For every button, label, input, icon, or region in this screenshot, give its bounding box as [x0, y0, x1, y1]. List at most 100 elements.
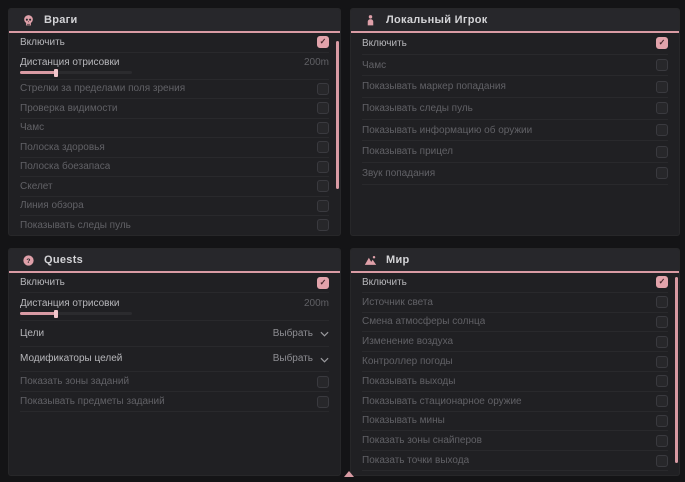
row-visibility-check[interactable]: Проверка видимости — [20, 99, 329, 119]
distance-slider[interactable] — [20, 312, 132, 315]
checkbox[interactable] — [317, 396, 329, 408]
person-icon — [364, 14, 377, 27]
setting-label: Чамс — [20, 122, 44, 133]
panel-quests-header[interactable]: ? Quests — [9, 249, 340, 273]
checkbox[interactable] — [656, 455, 668, 467]
checkbox[interactable] — [656, 146, 668, 158]
row-offscreen-arrows[interactable]: Стрелки за пределами поля зрения — [20, 80, 329, 100]
row-health-bar[interactable]: Полоска здоровья — [20, 138, 329, 158]
setting-label: Показывать выходы — [362, 376, 455, 387]
slider-value: 200m — [304, 57, 329, 68]
setting-label: Источник света — [362, 297, 433, 308]
panel-world-rows: Включить Источник света Смена атмосферы … — [351, 273, 679, 471]
panel-player-rows: Включить Чамс Показывать маркер попадани… — [351, 33, 679, 185]
panel-enemies-rows: Включить Дистанция отрисовки 200m Стрелк… — [9, 33, 340, 236]
row-light-source[interactable]: Источник света — [362, 293, 668, 313]
target-modifiers-dropdown[interactable]: Выбрать — [273, 350, 329, 368]
panel-enemies: Враги Включить Дистанция отрисовки 200m … — [8, 8, 341, 236]
row-stationary-weapons[interactable]: Показывать стационарное оружие — [362, 392, 668, 412]
checkbox[interactable] — [656, 276, 668, 288]
mountains-icon — [364, 254, 377, 267]
row-mines[interactable]: Показывать мины — [362, 412, 668, 432]
slider-thumb[interactable] — [54, 69, 58, 77]
checkbox[interactable] — [317, 180, 329, 192]
row-render-distance[interactable]: Дистанция отрисовки 200m — [20, 53, 329, 80]
row-skeleton[interactable]: Скелет — [20, 177, 329, 197]
scrollbar[interactable] — [675, 277, 678, 463]
checkbox[interactable] — [317, 219, 329, 231]
checkbox[interactable] — [656, 37, 668, 49]
row-quest-items[interactable]: Показывать предметы заданий — [20, 392, 329, 412]
checkbox[interactable] — [317, 161, 329, 173]
setting-label: Звук попадания — [362, 168, 435, 179]
row-enable[interactable]: Включить — [20, 273, 329, 293]
checkbox[interactable] — [317, 36, 329, 48]
row-weather-controller[interactable]: Контроллер погоды — [362, 352, 668, 372]
panel-enemies-header[interactable]: Враги — [9, 9, 340, 33]
quest-icon: ? — [22, 254, 35, 267]
setting-label: Показывать маркер попадания — [362, 81, 506, 92]
checkbox[interactable] — [317, 277, 329, 289]
row-air-change[interactable]: Изменение воздуха — [362, 332, 668, 352]
checkbox[interactable] — [317, 122, 329, 134]
row-quest-zones[interactable]: Показать зоны заданий — [20, 372, 329, 392]
distance-slider[interactable] — [20, 71, 132, 74]
checkbox[interactable] — [656, 316, 668, 328]
targets-dropdown[interactable]: Выбрать — [273, 324, 329, 342]
row-enable[interactable]: Включить — [362, 33, 668, 55]
checkbox[interactable] — [656, 356, 668, 368]
row-crosshair[interactable]: Показывать прицел — [362, 141, 668, 163]
panel-world-header[interactable]: Мир — [351, 249, 679, 273]
panel-title: Враги — [44, 14, 78, 26]
checkbox[interactable] — [656, 296, 668, 308]
row-weapon-info[interactable]: Показывать информацию об оружии — [362, 120, 668, 142]
row-chams[interactable]: Чамс — [20, 119, 329, 139]
row-exits[interactable]: Показывать выходы — [362, 372, 668, 392]
checkbox[interactable] — [656, 102, 668, 114]
chevron-down-icon — [320, 324, 329, 342]
checkbox[interactable] — [656, 395, 668, 407]
row-chams[interactable]: Чамс — [362, 55, 668, 77]
setting-label: Показывать следы пуль — [20, 220, 131, 231]
row-target-modifiers[interactable]: Модификаторы целей Выбрать — [20, 347, 329, 373]
slider-thumb[interactable] — [54, 310, 58, 318]
row-sun-atmosphere[interactable]: Смена атмосферы солнца — [362, 313, 668, 333]
setting-label: Стрелки за пределами поля зрения — [20, 83, 185, 94]
checkbox[interactable] — [656, 375, 668, 387]
checkbox[interactable] — [656, 336, 668, 348]
row-enable[interactable]: Включить — [20, 33, 329, 53]
row-bullet-trails[interactable]: Показывать следы пуль — [362, 98, 668, 120]
row-enable[interactable]: Включить — [362, 273, 668, 293]
checkbox[interactable] — [317, 102, 329, 114]
setting-label: Показывать стационарное оружие — [362, 396, 522, 407]
row-exit-points[interactable]: Показать точки выхода — [362, 451, 668, 471]
skull-icon — [22, 14, 35, 27]
row-line-of-sight[interactable]: Линия обзора — [20, 197, 329, 217]
checkbox[interactable] — [656, 167, 668, 179]
panel-player-header[interactable]: Локальный Игрок — [351, 9, 679, 33]
checkbox[interactable] — [656, 81, 668, 93]
panel-quests: ? Quests Включить Дистанция отрисовки 20… — [8, 248, 341, 476]
panel-title: Quests — [44, 254, 83, 266]
row-hit-sound[interactable]: Звук попадания — [362, 163, 668, 185]
row-hit-marker[interactable]: Показывать маркер попадания — [362, 76, 668, 98]
row-ammo-bar[interactable]: Полоска боезапаса — [20, 158, 329, 178]
checkbox[interactable] — [317, 376, 329, 388]
checkbox[interactable] — [656, 59, 668, 71]
checkbox[interactable] — [656, 124, 668, 136]
checkbox[interactable] — [317, 141, 329, 153]
row-render-distance[interactable]: Дистанция отрисовки 200m — [20, 293, 329, 321]
setting-label: Дистанция отрисовки — [20, 57, 119, 68]
checkbox[interactable] — [656, 435, 668, 447]
setting-label: Включить — [362, 38, 407, 49]
checkbox[interactable] — [317, 200, 329, 212]
setting-label: Чамс — [362, 60, 386, 71]
checkbox[interactable] — [656, 415, 668, 427]
scrollbar[interactable] — [336, 41, 339, 189]
slider-value: 200m — [304, 298, 329, 309]
row-bullet-trails[interactable]: Показывать следы пуль — [20, 216, 329, 236]
checkbox[interactable] — [317, 83, 329, 95]
row-targets[interactable]: Цели Выбрать — [20, 321, 329, 347]
setting-label: Включить — [20, 277, 65, 288]
row-sniper-zones[interactable]: Показать зоны снайперов — [362, 431, 668, 451]
